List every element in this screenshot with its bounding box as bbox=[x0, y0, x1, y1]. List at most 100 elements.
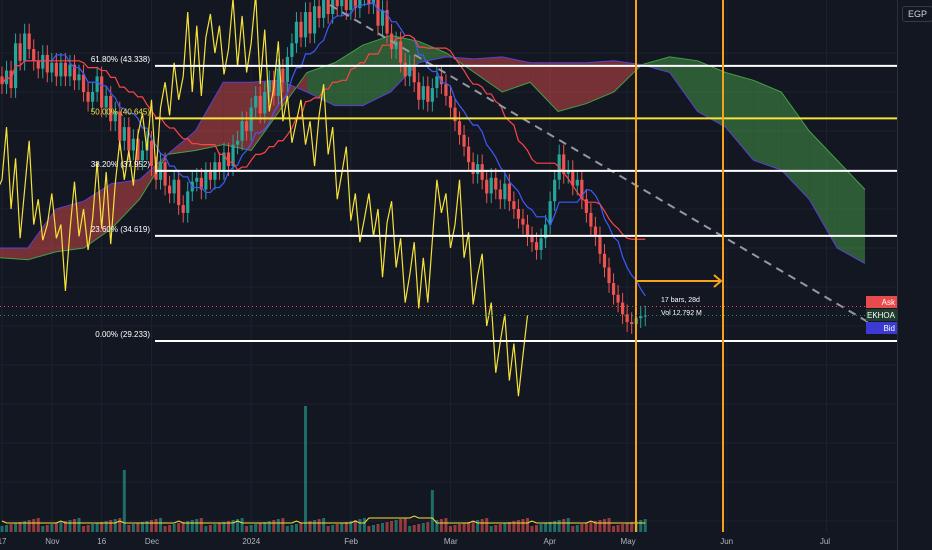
volume-bar bbox=[199, 518, 203, 532]
candle-body bbox=[516, 209, 521, 219]
volume-bar bbox=[625, 523, 629, 532]
candle-body bbox=[471, 162, 475, 174]
cloud-segment bbox=[753, 80, 782, 170]
candle-body bbox=[77, 74, 81, 81]
volume-bar bbox=[643, 519, 647, 532]
candle-body bbox=[399, 41, 403, 63]
time-label: 16 bbox=[97, 537, 106, 546]
candle-body bbox=[303, 12, 308, 38]
candle-body bbox=[186, 191, 190, 213]
candle-body bbox=[489, 177, 493, 194]
volume-bar bbox=[525, 518, 529, 532]
candle-body bbox=[285, 56, 289, 83]
volume-bar bbox=[5, 525, 9, 532]
volume-bar bbox=[326, 526, 330, 532]
candle-body bbox=[358, 0, 362, 9]
volume-bar bbox=[358, 519, 362, 532]
candle-body bbox=[494, 177, 498, 190]
volume-bar bbox=[521, 519, 525, 532]
candle-body bbox=[525, 224, 530, 237]
candle-body bbox=[281, 68, 285, 83]
volume-bar bbox=[249, 525, 253, 532]
volume-bar bbox=[136, 523, 140, 532]
volume-bar bbox=[82, 526, 86, 532]
candle-body bbox=[23, 33, 27, 61]
volume-bar bbox=[485, 518, 489, 532]
volume-bar bbox=[281, 518, 285, 532]
candle-body bbox=[127, 127, 131, 151]
candle-body bbox=[575, 179, 579, 186]
candle-body bbox=[41, 54, 45, 69]
candle-body bbox=[616, 294, 620, 303]
volume-bar bbox=[159, 518, 163, 532]
volume-bar bbox=[45, 525, 49, 532]
cloud-segment bbox=[558, 62, 586, 112]
price-chart[interactable]: 61.80% (43.338) 50.00% (40.645) 38.20% (37… bbox=[0, 0, 932, 550]
volume-bar bbox=[453, 525, 457, 532]
candle-body bbox=[421, 86, 425, 100]
candle-body bbox=[480, 164, 484, 180]
cloud-segment bbox=[474, 56, 503, 92]
candle-body bbox=[290, 43, 294, 57]
volume-bar bbox=[494, 525, 498, 532]
candle-body bbox=[598, 236, 602, 254]
candle-body bbox=[68, 64, 72, 77]
time-label: Dec bbox=[145, 537, 159, 546]
volume-bar bbox=[476, 520, 480, 532]
time-label: 2024 bbox=[242, 537, 260, 546]
volume-bar bbox=[598, 520, 602, 532]
candle-body bbox=[204, 171, 208, 190]
volume-bar bbox=[127, 525, 131, 532]
candle-body bbox=[335, 0, 339, 7]
volume-bar bbox=[426, 522, 430, 532]
volume-bar bbox=[258, 523, 262, 532]
candle-body bbox=[611, 283, 616, 295]
tenkan-sen bbox=[1, 1, 646, 297]
candle-body bbox=[602, 253, 607, 268]
volume-bar bbox=[462, 523, 466, 532]
time-label: Apr bbox=[544, 537, 557, 546]
candle-body bbox=[294, 21, 299, 44]
volume-bar bbox=[41, 526, 45, 532]
volume-bar bbox=[304, 406, 308, 532]
candle-body bbox=[312, 6, 317, 34]
candle-body bbox=[426, 86, 430, 102]
volume-bar bbox=[498, 524, 502, 532]
time-label: Nov bbox=[45, 537, 59, 546]
currency-badge[interactable]: EGP bbox=[902, 6, 932, 22]
volume-bar bbox=[32, 519, 36, 532]
volume-bar bbox=[72, 519, 76, 532]
volume-bar bbox=[290, 525, 294, 532]
volume-bar bbox=[331, 525, 335, 532]
candle-body bbox=[553, 179, 557, 202]
candle-body bbox=[36, 60, 40, 69]
volume-bar bbox=[430, 490, 434, 532]
cloud-segment bbox=[585, 60, 614, 104]
volume-bar bbox=[616, 525, 620, 532]
volume-bar bbox=[335, 524, 339, 532]
candle-body bbox=[172, 179, 176, 194]
volume-bar bbox=[385, 522, 389, 532]
price-axis[interactable] bbox=[897, 0, 932, 550]
candle-body bbox=[59, 62, 63, 77]
volume-bar bbox=[448, 526, 452, 532]
candle-body bbox=[317, 6, 321, 18]
volume-bar bbox=[471, 521, 475, 532]
fib-level-label: 38.20% (37.952) bbox=[91, 160, 150, 169]
candle-body bbox=[140, 150, 145, 161]
volume-bar bbox=[208, 525, 212, 532]
candle-body bbox=[91, 92, 95, 102]
fib-level-label: 61.80% (43.338) bbox=[91, 55, 150, 64]
volume-bar bbox=[584, 523, 588, 532]
volume-bar bbox=[439, 519, 443, 532]
candle-body bbox=[476, 164, 480, 174]
volume-bar bbox=[376, 524, 380, 532]
candle-body bbox=[462, 134, 466, 147]
time-label: Jun bbox=[720, 537, 733, 546]
volume-bar bbox=[50, 524, 54, 532]
candle-body bbox=[208, 171, 212, 180]
candle-body bbox=[322, 0, 326, 18]
volume-bar bbox=[254, 524, 258, 532]
volume-bar bbox=[36, 518, 40, 532]
volume-bar bbox=[285, 526, 289, 532]
